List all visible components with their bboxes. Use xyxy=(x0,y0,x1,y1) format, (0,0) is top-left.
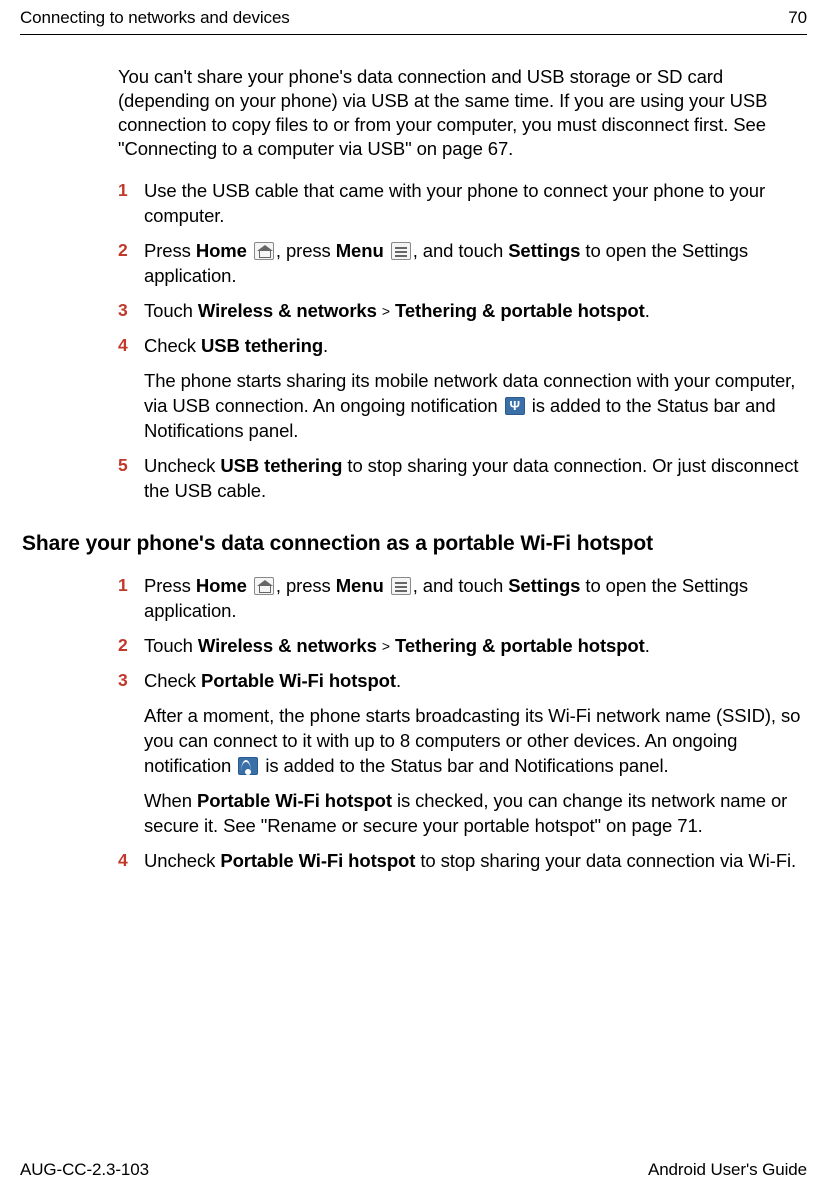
intro-paragraph: You can't share your phone's data connec… xyxy=(118,65,807,161)
step-text: Touch Wireless & networks > Tethering & … xyxy=(144,634,807,659)
step-2: 2 Press Home , press Menu , and touch Se… xyxy=(118,239,807,289)
text-span: Check xyxy=(144,335,201,356)
wireless-networks-label: Wireless & networks xyxy=(198,300,377,321)
settings-label: Settings xyxy=(508,575,580,596)
menu-label: Menu xyxy=(336,575,384,596)
footer-doc-id: AUG-CC-2.3-103 xyxy=(20,1160,149,1180)
text-span: . xyxy=(645,300,650,321)
text-span: Uncheck xyxy=(144,455,220,476)
chevron-right-icon: > xyxy=(382,638,390,654)
tethering-label: Tethering & portable hotspot xyxy=(395,300,645,321)
text-span: is added to the Status bar and Notificat… xyxy=(260,755,668,776)
usb-tether-notification-icon xyxy=(505,397,525,415)
text-span: . xyxy=(645,635,650,656)
menu-label: Menu xyxy=(336,240,384,261)
text-span: . xyxy=(323,335,328,356)
step-number: 2 xyxy=(118,634,128,658)
header-page-number: 70 xyxy=(788,8,807,28)
page-footer: AUG-CC-2.3-103 Android User's Guide xyxy=(20,1160,807,1180)
step-text: Uncheck Portable Wi-Fi hotspot to stop s… xyxy=(144,849,807,874)
page-content: You can't share your phone's data connec… xyxy=(0,35,827,874)
portable-hotspot-label: Portable Wi-Fi hotspot xyxy=(220,850,415,871)
text-span: , press xyxy=(276,240,336,261)
text-span: , press xyxy=(276,575,336,596)
wifi-hotspot-notification-icon xyxy=(238,757,258,775)
text-span: Press xyxy=(144,240,196,261)
portable-hotspot-label: Portable Wi-Fi hotspot xyxy=(197,790,392,811)
step-1: 1 Use the USB cable that came with your … xyxy=(118,179,807,229)
step-number: 3 xyxy=(118,299,128,323)
step-4: 4 Uncheck Portable Wi-Fi hotspot to stop… xyxy=(118,849,807,874)
step-text: Press Home , press Menu , and touch Sett… xyxy=(144,574,807,624)
step-text: Touch Wireless & networks > Tethering & … xyxy=(144,299,807,324)
chevron-right-icon: > xyxy=(382,303,390,319)
step-text: Check USB tethering. xyxy=(144,334,807,359)
home-label: Home xyxy=(196,575,247,596)
header-title: Connecting to networks and devices xyxy=(20,8,290,28)
step-text: Use the USB cable that came with your ph… xyxy=(144,179,807,229)
wifi-hotspot-heading: Share your phone's data connection as a … xyxy=(22,532,807,556)
wifi-hotspot-steps: 1 Press Home , press Menu , and touch Se… xyxy=(118,574,807,874)
step-2: 2 Touch Wireless & networks > Tethering … xyxy=(118,634,807,659)
usb-tethering-label: USB tethering xyxy=(201,335,323,356)
step-number: 1 xyxy=(118,179,128,203)
text-span: . xyxy=(396,670,401,691)
menu-icon xyxy=(391,242,411,260)
text-span: When xyxy=(144,790,197,811)
wireless-networks-label: Wireless & networks xyxy=(198,635,377,656)
step-extra-text: When Portable Wi-Fi hotspot is checked, … xyxy=(144,789,807,839)
home-label: Home xyxy=(196,240,247,261)
step-text: Press Home , press Menu , and touch Sett… xyxy=(144,239,807,289)
text-span: , and touch xyxy=(413,240,508,261)
home-icon xyxy=(254,242,274,260)
settings-label: Settings xyxy=(508,240,580,261)
usb-tethering-steps: 1 Use the USB cable that came with your … xyxy=(118,179,807,504)
tethering-label: Tethering & portable hotspot xyxy=(395,635,645,656)
portable-hotspot-label: Portable Wi-Fi hotspot xyxy=(201,670,396,691)
step-5: 5 Uncheck USB tethering to stop sharing … xyxy=(118,454,807,504)
step-number: 5 xyxy=(118,454,128,478)
step-text: Uncheck USB tethering to stop sharing yo… xyxy=(144,454,807,504)
step-3: 3 Touch Wireless & networks > Tethering … xyxy=(118,299,807,324)
home-icon xyxy=(254,577,274,595)
text-span: Check xyxy=(144,670,201,691)
step-3: 3 Check Portable Wi-Fi hotspot. After a … xyxy=(118,669,807,839)
menu-icon xyxy=(391,577,411,595)
text-span: Press xyxy=(144,575,196,596)
step-4: 4 Check USB tethering. The phone starts … xyxy=(118,334,807,444)
footer-guide-name: Android User's Guide xyxy=(648,1160,807,1180)
page-header: Connecting to networks and devices 70 xyxy=(0,0,827,28)
step-number: 4 xyxy=(118,334,128,358)
text-span: Uncheck xyxy=(144,850,220,871)
step-number: 2 xyxy=(118,239,128,263)
step-number: 3 xyxy=(118,669,128,693)
step-extra-text: After a moment, the phone starts broadca… xyxy=(144,704,807,779)
text-span: , and touch xyxy=(413,575,508,596)
usb-tethering-label: USB tethering xyxy=(220,455,342,476)
step-extra-text: The phone starts sharing its mobile netw… xyxy=(144,369,807,444)
step-text: Check Portable Wi-Fi hotspot. xyxy=(144,669,807,694)
text-span: to stop sharing your data connection via… xyxy=(415,850,796,871)
text-span: Touch xyxy=(144,300,198,321)
step-number: 4 xyxy=(118,849,128,873)
step-number: 1 xyxy=(118,574,128,598)
step-1: 1 Press Home , press Menu , and touch Se… xyxy=(118,574,807,624)
text-span: Touch xyxy=(144,635,198,656)
